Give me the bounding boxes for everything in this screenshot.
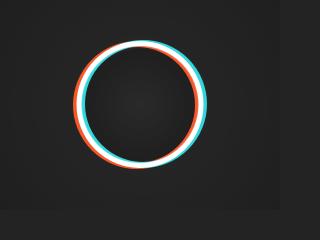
- glitch-ring-icon: [73, 40, 207, 169]
- splash-screen: [0, 0, 280, 210]
